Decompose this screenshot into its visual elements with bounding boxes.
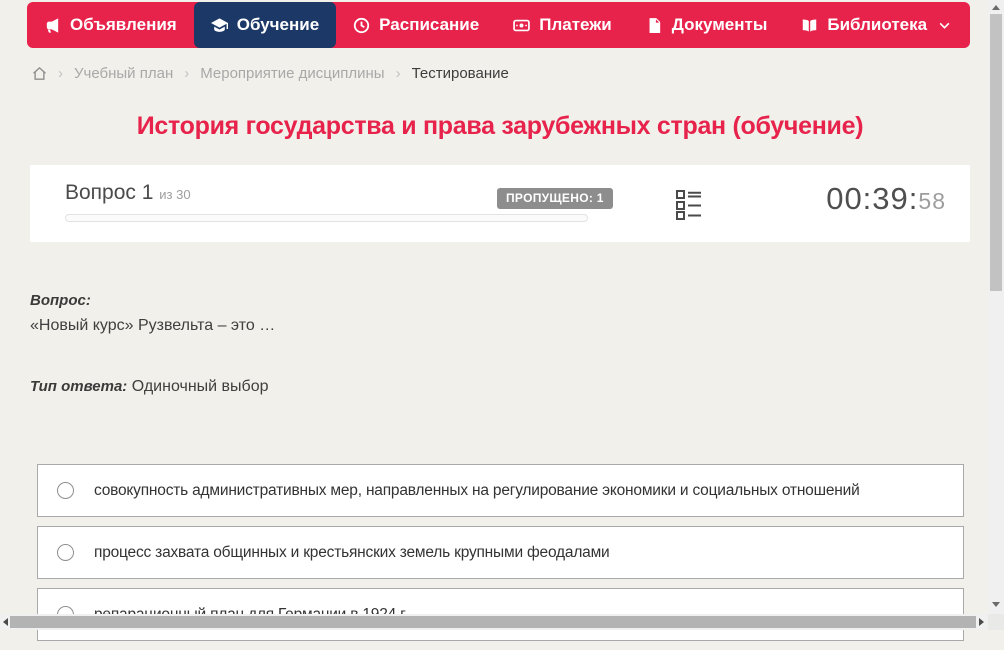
- countdown-timer: 00:39:58: [826, 181, 946, 217]
- nav-item-documents[interactable]: Документы: [629, 2, 785, 48]
- scroll-right-arrow[interactable]: [973, 615, 989, 629]
- book-icon: [801, 17, 818, 34]
- nav-item-label: Обучение: [236, 15, 320, 34]
- nav-item-announcements[interactable]: Объявления: [27, 2, 194, 48]
- nav-item-label: Платежи: [539, 15, 612, 34]
- graduation-cap-icon: [210, 17, 228, 34]
- clock-icon: [353, 17, 370, 34]
- nav-item-label: Объявления: [70, 15, 177, 34]
- vertical-scrollbar[interactable]: [988, 0, 1004, 614]
- megaphone-icon: [44, 17, 61, 34]
- scrollbar-corner: [988, 614, 1004, 630]
- nav-item-label: Документы: [671, 15, 768, 34]
- triangle-up-icon: [992, 4, 1000, 10]
- document-icon: [646, 17, 663, 34]
- question-list-icon: [675, 190, 701, 223]
- question-total: из 30: [159, 187, 191, 202]
- triangle-right-icon: [978, 618, 984, 626]
- question-counter: Вопрос 1 из 30: [65, 181, 191, 205]
- progress-bar: [65, 214, 588, 222]
- answer-option[interactable]: совокупность административных мер, напра…: [37, 464, 964, 517]
- timer-seconds: 58: [918, 188, 946, 214]
- breadcrumb-separator: ›: [395, 64, 401, 82]
- timer-minutes: 00:39:: [826, 181, 919, 216]
- cash-icon: [513, 17, 531, 34]
- horizontal-scrollbar[interactable]: [0, 614, 988, 630]
- chevron-down-icon: [936, 19, 951, 32]
- page-title: История государства и права зарубежных с…: [136, 112, 864, 140]
- breadcrumb-study-plan[interactable]: Учебный план: [74, 65, 173, 82]
- question-text: «Новый курс» Рузвельта – это …: [30, 317, 276, 334]
- scroll-up-arrow[interactable]: [988, 0, 1004, 14]
- main-navbar: Объявления Обучение Расписание Платежи Д…: [27, 2, 970, 48]
- triangle-left-icon: [2, 618, 8, 626]
- vertical-scrollbar-thumb[interactable]: [990, 14, 1002, 291]
- answer-option-label: процесс захвата общинных и крестьянских …: [94, 543, 610, 561]
- answer-option-label: совокупность административных мер, напра…: [94, 481, 860, 499]
- question-list-button[interactable]: [675, 190, 701, 220]
- skipped-badge: ПРОПУЩЕНО: 1: [497, 188, 613, 209]
- breadcrumb-testing: Тестирование: [411, 64, 509, 82]
- breadcrumb-separator: ›: [184, 64, 190, 82]
- nav-item-library[interactable]: Библиотека: [784, 2, 968, 48]
- answer-type-label: Тип ответа:: [30, 378, 128, 395]
- answer-type-row: Тип ответа: Одиночный выбор: [30, 378, 269, 396]
- nav-item-label: Расписание: [379, 15, 480, 34]
- radio-button[interactable]: [57, 544, 74, 561]
- question-number: Вопрос 1: [65, 181, 154, 204]
- nav-item-label: Библиотека: [827, 15, 928, 34]
- nav-item-learning[interactable]: Обучение: [193, 2, 337, 48]
- scroll-down-arrow[interactable]: [988, 597, 1004, 611]
- quiz-header-panel: Вопрос 1 из 30 ПРОПУЩЕНО: 1 00:39:58: [30, 165, 970, 242]
- radio-button[interactable]: [57, 482, 74, 499]
- breadcrumb-separator: ›: [58, 64, 63, 82]
- triangle-down-icon: [992, 601, 1000, 607]
- horizontal-scrollbar-thumb[interactable]: [10, 616, 976, 628]
- home-icon[interactable]: [32, 66, 47, 81]
- answer-option[interactable]: процесс захвата общинных и крестьянских …: [37, 526, 964, 579]
- question-prompt-label: Вопрос:: [30, 292, 91, 309]
- breadcrumb: › Учебный план › Мероприятие дисциплины …: [32, 62, 509, 84]
- answer-type-value: Одиночный выбор: [131, 378, 269, 395]
- breadcrumb-discipline-event[interactable]: Мероприятие дисциплины: [200, 65, 384, 82]
- nav-item-payments[interactable]: Платежи: [496, 2, 629, 48]
- nav-item-schedule[interactable]: Расписание: [336, 2, 496, 48]
